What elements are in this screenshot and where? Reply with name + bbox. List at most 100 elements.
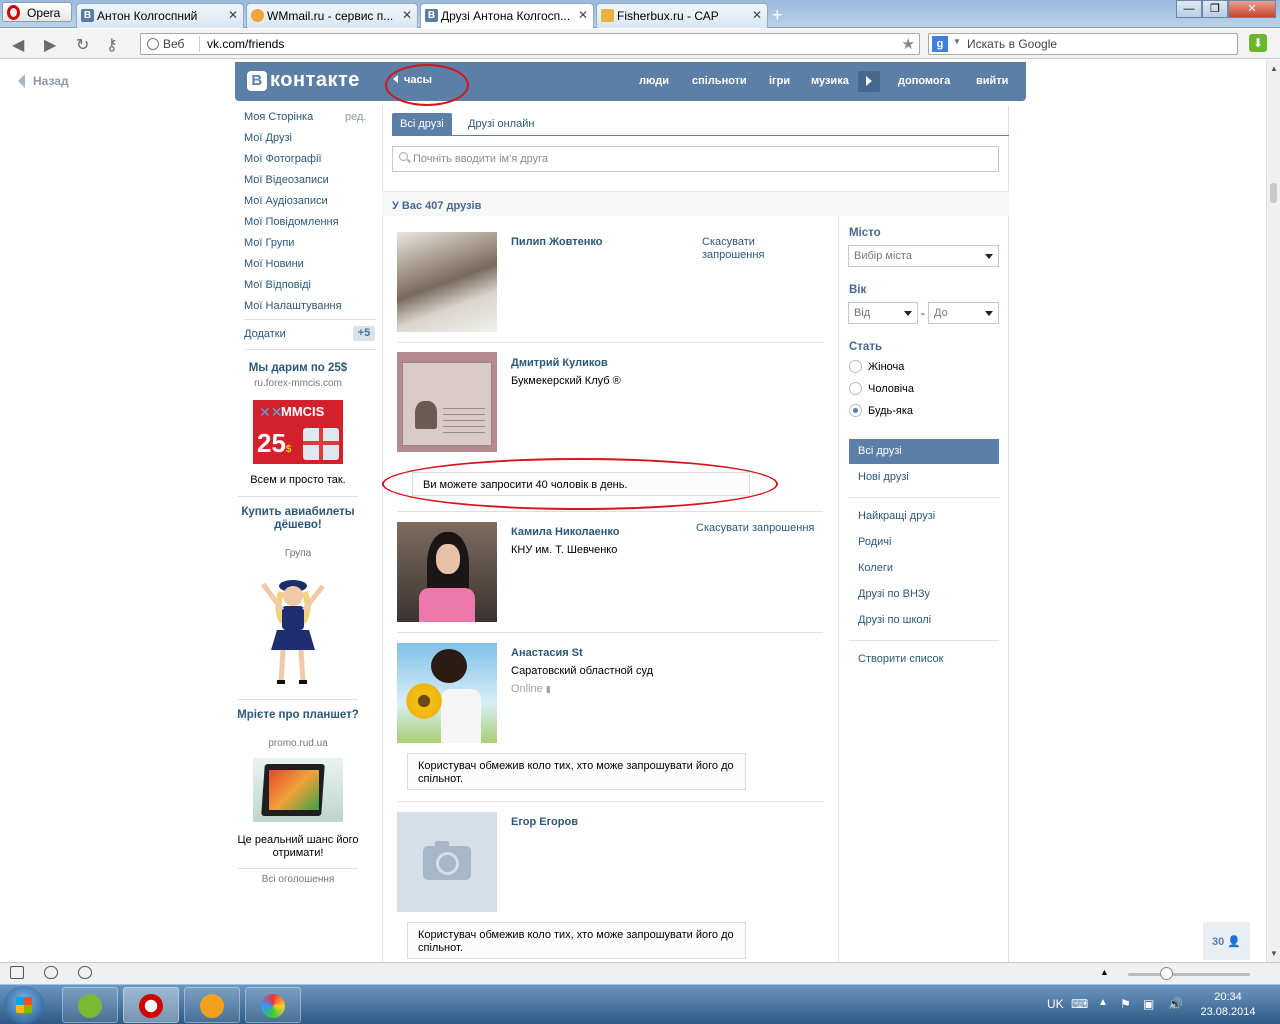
create-list-link[interactable]: Створити список — [849, 647, 999, 672]
friend-search-input[interactable] — [413, 151, 983, 167]
browser-tab-1[interactable]: B Антон Колгоспний ✕ — [76, 3, 244, 28]
age-to-select[interactable]: До — [928, 302, 999, 324]
scroll-up-arrow-icon[interactable]: ▲ — [1270, 64, 1278, 73]
action-center-flag-icon[interactable]: ⚑ — [1120, 997, 1131, 1011]
friend-name[interactable]: Анастасия St — [511, 647, 583, 659]
key-icon[interactable]: ⚷ — [106, 35, 118, 55]
nav-games[interactable]: ігри — [769, 75, 790, 87]
menu-apps[interactable]: Додатки — [244, 328, 286, 340]
friend-name[interactable]: Егор Егоров — [511, 816, 578, 828]
section-colleagues[interactable]: Колеги — [849, 556, 999, 581]
gender-male-radio[interactable]: Чоловіча — [849, 382, 914, 395]
vk-logo[interactable]: Вконтакте — [247, 69, 360, 92]
close-tab-icon[interactable]: ✕ — [228, 8, 238, 22]
menu-my-videos[interactable]: Мої Відеозаписи — [244, 174, 329, 186]
music-play-icon[interactable] — [858, 71, 880, 92]
nav-music[interactable]: музика — [811, 75, 849, 87]
age-from-select[interactable]: Від — [848, 302, 918, 324]
friend-photo[interactable] — [397, 352, 497, 452]
scroll-down-arrow-icon[interactable]: ▼ — [1270, 949, 1278, 958]
ad-title[interactable]: Мы дарим по 25$ — [234, 362, 362, 374]
google-search-field[interactable]: g ▼ Искать в Google — [928, 33, 1238, 55]
search-engine-chevron-down-icon[interactable]: ▼ — [953, 37, 961, 46]
edit-menu-link[interactable]: ред. — [345, 111, 366, 123]
browser-tab-3-active[interactable]: B Друзі Антона Колгосп... ✕ — [420, 3, 594, 28]
ad-banner-mmcis[interactable]: ✕✕ MMCIS 25$ — [253, 400, 343, 464]
cancel-request-link[interactable]: Скасувати запрошення — [702, 236, 782, 262]
menu-my-settings[interactable]: Мої Налаштування — [244, 300, 342, 312]
gender-any-radio[interactable]: Будь-яка — [849, 404, 913, 417]
section-relatives[interactable]: Родичі — [849, 530, 999, 555]
minimize-window-button[interactable]: — — [1176, 0, 1202, 18]
browser-tab-2[interactable]: WMmail.ru - сервис п... ✕ — [246, 3, 418, 28]
forward-arrow-icon[interactable]: ▶ — [44, 35, 56, 55]
section-new-friends[interactable]: Нові друзі — [849, 465, 999, 490]
tray-expand-icon[interactable]: ▲ — [1098, 997, 1108, 1008]
friend-photo-placeholder[interactable] — [397, 812, 497, 912]
back-link[interactable]: Назад — [18, 74, 69, 88]
nav-help[interactable]: допомога — [898, 75, 950, 87]
menu-my-friends[interactable]: Мої Друзі — [244, 132, 292, 144]
tab-all-friends[interactable]: Всі друзі — [392, 113, 452, 135]
cloud-icon[interactable] — [44, 966, 58, 979]
all-ads-link[interactable]: Всі оголошення — [234, 874, 362, 885]
menu-my-audios[interactable]: Мої Аудіозаписи — [244, 195, 328, 207]
network-icon[interactable]: ▣ — [1143, 997, 1154, 1011]
scroll-up-button[interactable]: 30 👤 — [1203, 922, 1250, 960]
friend-name[interactable]: Камила Николаенко — [511, 526, 620, 538]
close-window-button[interactable]: ✕ — [1228, 0, 1276, 18]
menu-my-photos[interactable]: Мої Фотографії — [244, 153, 322, 165]
url-field[interactable]: Веб vk.com/friends ★ — [140, 33, 920, 55]
speed-dial-icon[interactable] — [78, 966, 92, 979]
scrollbar-thumb[interactable] — [1270, 183, 1277, 203]
section-school-friends[interactable]: Друзі по школі — [849, 608, 999, 633]
menu-my-news[interactable]: Мої Новини — [244, 258, 304, 270]
menu-my-groups[interactable]: Мої Групи — [244, 237, 294, 249]
menu-my-page[interactable]: Моя Сторінка — [244, 111, 313, 123]
taskbar-paint[interactable] — [245, 987, 301, 1023]
zoom-slider-knob[interactable] — [1160, 967, 1173, 980]
opera-menu-button[interactable]: Opera — [2, 2, 72, 22]
friend-name[interactable]: Пилип Жовтенко — [511, 236, 602, 248]
nav-communities[interactable]: спільноти — [692, 75, 747, 87]
close-tab-icon[interactable]: ✕ — [752, 8, 762, 22]
menu-my-answers[interactable]: Мої Відповіді — [244, 279, 311, 291]
taskbar-utorrent[interactable] — [62, 987, 118, 1023]
panel-toggle-icon[interactable] — [10, 966, 24, 979]
section-university-friends[interactable]: Друзі по ВНЗу — [849, 582, 999, 607]
url-text[interactable]: vk.com/friends — [207, 37, 284, 51]
menu-my-messages[interactable]: Мої Повідомлення — [244, 216, 339, 228]
download-arrow-icon[interactable]: ⬇ — [1249, 34, 1267, 52]
gender-female-radio[interactable]: Жіноча — [849, 360, 904, 373]
maximize-window-button[interactable]: ❐ — [1202, 0, 1228, 18]
city-select[interactable]: Вибір міста — [848, 245, 999, 267]
zoom-out-icon[interactable]: ▲ — [1100, 967, 1109, 977]
browser-tab-4[interactable]: Fisherbux.ru - САР ✕ — [596, 3, 768, 28]
vertical-scrollbar[interactable]: ▲ ▼ — [1266, 60, 1280, 962]
nav-people[interactable]: люди — [639, 75, 669, 87]
friend-search-field[interactable] — [392, 146, 999, 172]
language-indicator[interactable]: UK — [1047, 997, 1064, 1011]
zoom-slider-track[interactable] — [1128, 973, 1250, 976]
ad-image-tablet[interactable] — [253, 758, 343, 822]
taskbar-opera[interactable] — [123, 987, 179, 1023]
close-tab-icon[interactable]: ✕ — [402, 8, 412, 22]
reload-icon[interactable]: ↻ — [76, 35, 89, 55]
system-clock[interactable]: 20:34 23.08.2014 — [1196, 990, 1260, 1020]
ad-image-stewardess[interactable] — [255, 570, 331, 688]
tab-online-friends[interactable]: Друзі онлайн — [460, 113, 542, 135]
section-best-friends[interactable]: Найкращі друзі — [849, 504, 999, 529]
bookmark-star-icon[interactable]: ★ — [902, 35, 915, 53]
section-all-friends[interactable]: Всі друзі — [849, 439, 999, 464]
friend-photo[interactable] — [397, 643, 497, 743]
back-arrow-icon[interactable]: ◀ — [12, 35, 24, 55]
friend-photo[interactable] — [397, 232, 497, 332]
nav-logout[interactable]: вийти — [976, 75, 1008, 87]
apps-count-badge[interactable]: +5 — [353, 326, 375, 341]
keyboard-icon[interactable]: ⌨ — [1071, 997, 1088, 1011]
windows-start-button[interactable] — [4, 986, 44, 1024]
close-tab-icon[interactable]: ✕ — [578, 8, 588, 22]
friend-name[interactable]: Дмитрий Куликов — [511, 357, 608, 369]
ad-title[interactable]: Мрієте про планшет? — [234, 709, 362, 722]
friend-photo[interactable] — [397, 522, 497, 622]
